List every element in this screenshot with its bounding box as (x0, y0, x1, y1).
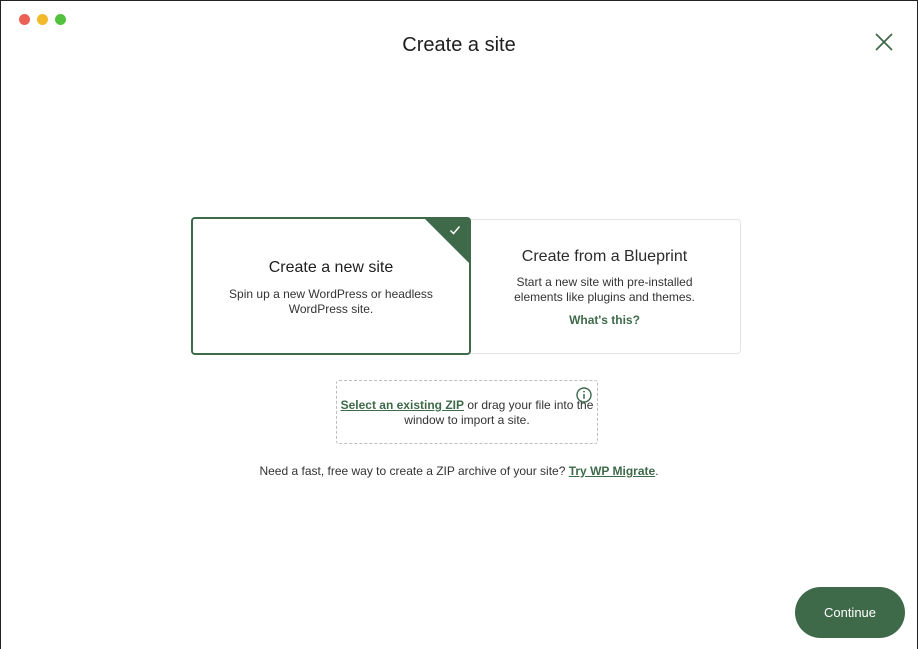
window-controls (19, 14, 66, 25)
migrate-suffix: . (655, 464, 659, 478)
close-icon (875, 33, 893, 51)
close-button[interactable] (873, 31, 895, 53)
app-window: Create a site Create a new site Spin up … (0, 0, 918, 649)
close-window-button[interactable] (19, 14, 30, 25)
maximize-window-button[interactable] (55, 14, 66, 25)
try-wp-migrate-link[interactable]: Try WP Migrate (569, 464, 655, 478)
migrate-note: Need a fast, free way to create a ZIP ar… (1, 464, 917, 478)
zip-dropzone[interactable]: Select an existing ZIP or drag your file… (336, 380, 598, 444)
select-zip-link[interactable]: Select an existing ZIP (341, 398, 464, 412)
continue-button[interactable]: Continue (795, 587, 905, 638)
site-type-options: Create a new site Spin up a new WordPres… (191, 217, 741, 355)
option-description: Spin up a new WordPress or headless Word… (229, 287, 433, 316)
migrate-text: Need a fast, free way to create a ZIP ar… (259, 464, 569, 478)
checkmark-icon (449, 226, 461, 235)
option-title: Create from a Blueprint (521, 248, 688, 265)
info-icon[interactable] (576, 387, 592, 403)
page-title: Create a site (402, 34, 516, 56)
option-create-from-blueprint[interactable]: Create from a Blueprint Start a new site… (469, 219, 741, 354)
selected-corner (424, 218, 470, 264)
minimize-window-button[interactable] (37, 14, 48, 25)
dropzone-text: Select an existing ZIP or drag your file… (337, 398, 597, 428)
option-create-new-site[interactable]: Create a new site Spin up a new WordPres… (191, 217, 471, 355)
whats-this-link[interactable]: What's this? (569, 313, 640, 327)
option-description: Start a new site with pre-installed elem… (514, 275, 695, 304)
